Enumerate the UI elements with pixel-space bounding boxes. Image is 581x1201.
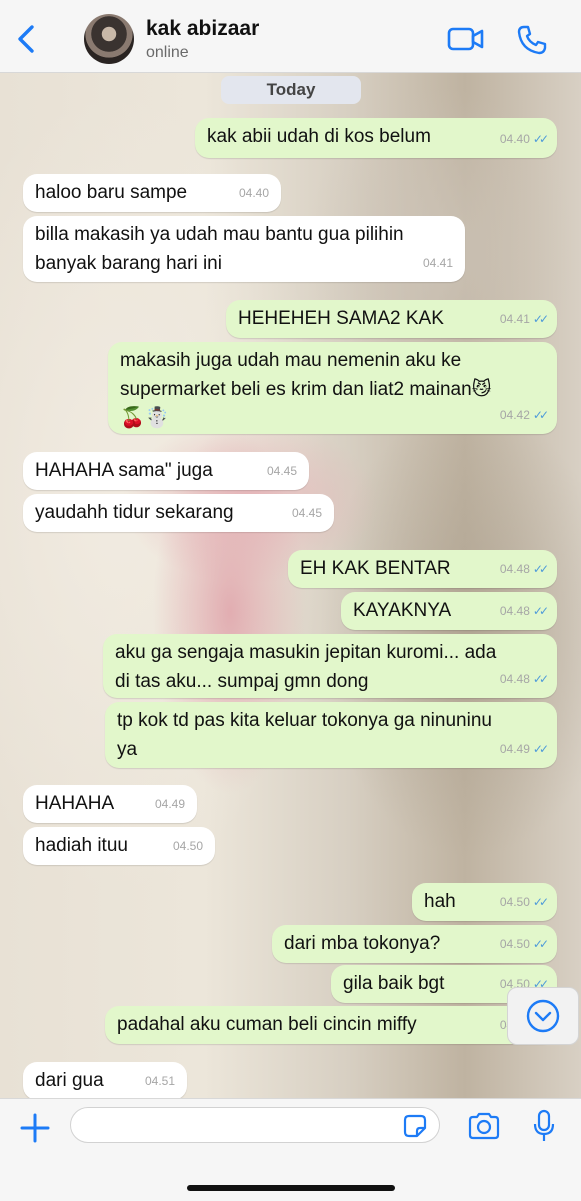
message-time: 04.42 [499, 408, 530, 422]
message-meta: 04.40 ✓✓ [499, 125, 549, 154]
chevron-left-icon[interactable] [14, 24, 40, 54]
chevron-down-circle-icon [526, 999, 560, 1033]
message-bubble-incoming[interactable]: yaudahh tidur sekarang 04.45 [23, 494, 334, 532]
avatar[interactable] [84, 14, 134, 64]
phone-icon[interactable] [516, 24, 548, 56]
message-text: haloo baru sampe [35, 182, 188, 203]
camera-icon[interactable] [467, 1111, 501, 1141]
read-receipt-icon: ✓✓ [532, 895, 549, 909]
message-bubble-outgoing[interactable]: KAYAKNYA 04.48 ✓✓ [341, 592, 557, 630]
message-time: 04.48 [499, 672, 530, 686]
message-time: 04.49 [154, 797, 185, 811]
video-camera-icon[interactable] [447, 26, 485, 52]
message-meta: 04.50✓✓ [499, 888, 549, 917]
read-receipt-icon: ✓✓ [532, 408, 549, 422]
message-bubble-incoming[interactable]: HAHAHA 04.49 [23, 785, 197, 823]
message-text: HAHAHA sama" juga [35, 460, 213, 481]
message-time: 04.51 [144, 1074, 175, 1088]
message-line: aku ga sengaja masukin jepitan kuromi...… [115, 642, 497, 663]
message-time: 04.49 [499, 742, 530, 756]
message-meta: 04.45 [267, 457, 297, 486]
scroll-to-bottom-button[interactable] [507, 987, 579, 1045]
message-meta: 04.45 [292, 499, 322, 528]
message-meta: 04.48 ✓✓ [499, 665, 549, 694]
message-meta: 04.48 ✓✓ [499, 597, 549, 626]
message-text: kak abii udah di kos belum [207, 126, 431, 147]
read-receipt-icon: ✓✓ [532, 937, 549, 951]
message-meta: 04.41 [423, 249, 453, 278]
message-line: ya [117, 739, 138, 760]
read-receipt-icon: ✓✓ [532, 562, 549, 576]
message-input[interactable] [70, 1107, 440, 1143]
chat-area[interactable]: Today kak abii udah di kos belum 04.40 ✓✓… [0, 72, 581, 1100]
microphone-icon[interactable] [532, 1109, 556, 1143]
message-meta: 04.49 [155, 790, 185, 819]
message-emoji: 🍒☃️ [120, 407, 170, 429]
message-time: 04.45 [266, 464, 297, 478]
read-receipt-icon: ✓✓ [532, 132, 549, 146]
message-meta: 04.51 [145, 1067, 175, 1096]
message-time: 04.41 [422, 256, 453, 270]
message-bubble-incoming[interactable]: haloo baru sampe 04.40 [23, 174, 281, 212]
message-meta: 04.40 [239, 179, 269, 208]
message-bubble-incoming[interactable]: hadiah ituu 04.50 [23, 827, 215, 865]
message-bubble-outgoing[interactable]: makasih juga udah mau nemenin aku ke sup… [108, 342, 557, 434]
message-time: 04.50 [499, 895, 530, 909]
home-indicator [187, 1185, 395, 1191]
message-time: 04.40 [499, 132, 530, 146]
message-time: 04.45 [291, 506, 322, 520]
message-bubble-outgoing[interactable]: tp kok td pas kita keluar tokonya ga nin… [105, 702, 557, 768]
message-meta: 04.41 ✓✓ [499, 305, 549, 334]
message-meta: 04.50✓✓ [499, 930, 549, 959]
message-bubble-outgoing[interactable]: HEHEHEH SAMA2 KAK 04.41 ✓✓ [226, 300, 557, 338]
read-receipt-icon: ✓✓ [532, 742, 549, 756]
message-time: 04.50 [499, 937, 530, 951]
read-receipt-icon: ✓✓ [532, 672, 549, 686]
message-meta: 04.48 ✓✓ [499, 555, 549, 584]
message-bubble-incoming[interactable]: HAHAHA sama" juga 04.45 [23, 452, 309, 490]
message-line: makasih juga udah mau nemenin aku ke [120, 350, 462, 371]
message-time: 04.48 [499, 562, 530, 576]
read-receipt-icon: ✓✓ [532, 312, 549, 326]
message-bubble-outgoing[interactable]: hah 04.50 ✓✓ [412, 883, 557, 921]
message-line: tp kok td pas kita keluar tokonya ga nin… [117, 710, 492, 731]
message-line: supermarket beli es krim dan liat2 maina… [120, 379, 492, 400]
plus-icon[interactable] [20, 1113, 50, 1143]
message-time: 04.50 [172, 839, 203, 853]
sticker-icon[interactable] [402, 1113, 428, 1139]
message-time: 04.41 [499, 312, 530, 326]
composer-bar [0, 1098, 581, 1201]
message-line: banyak barang hari ini [35, 253, 222, 274]
message-bubble-outgoing[interactable]: dari mba tokonya? 04.50 ✓✓ [272, 925, 557, 963]
message-time: 04.40 [238, 186, 269, 200]
date-separator: Today [221, 76, 361, 104]
message-text: yaudahh tidur sekarang [35, 502, 234, 523]
message-bubble-outgoing[interactable]: EH KAK BENTAR 04.48 ✓✓ [288, 550, 557, 588]
message-text: padahal aku cuman beli cincin miffy [117, 1014, 417, 1035]
message-bubble-outgoing[interactable]: padahal aku cuman beli cincin miffy 04.5… [105, 1006, 557, 1044]
message-bubble-incoming[interactable]: billa makasih ya udah mau bantu gua pili… [23, 216, 465, 282]
message-line: billa makasih ya udah mau bantu gua pili… [35, 224, 404, 245]
message-time: 04.48 [499, 604, 530, 618]
message-bubble-incoming[interactable]: dari gua 04.51 [23, 1062, 187, 1100]
read-receipt-icon: ✓✓ [532, 604, 549, 618]
contact-status: online [146, 44, 189, 61]
message-meta: 04.42 ✓✓ [499, 401, 549, 430]
contact-name[interactable]: kak abizaar [146, 17, 259, 41]
message-line: di tas aku... sumpaj gmn dong [115, 671, 369, 692]
message-bubble-outgoing[interactable]: kak abii udah di kos belum 04.40 ✓✓ [195, 118, 557, 158]
message-meta: 04.49 ✓✓ [499, 735, 549, 764]
message-bubble-outgoing[interactable]: aku ga sengaja masukin jepitan kuromi...… [103, 634, 557, 698]
chat-header: kak abizaar online [0, 0, 581, 73]
message-meta: 04.50 [173, 832, 203, 861]
